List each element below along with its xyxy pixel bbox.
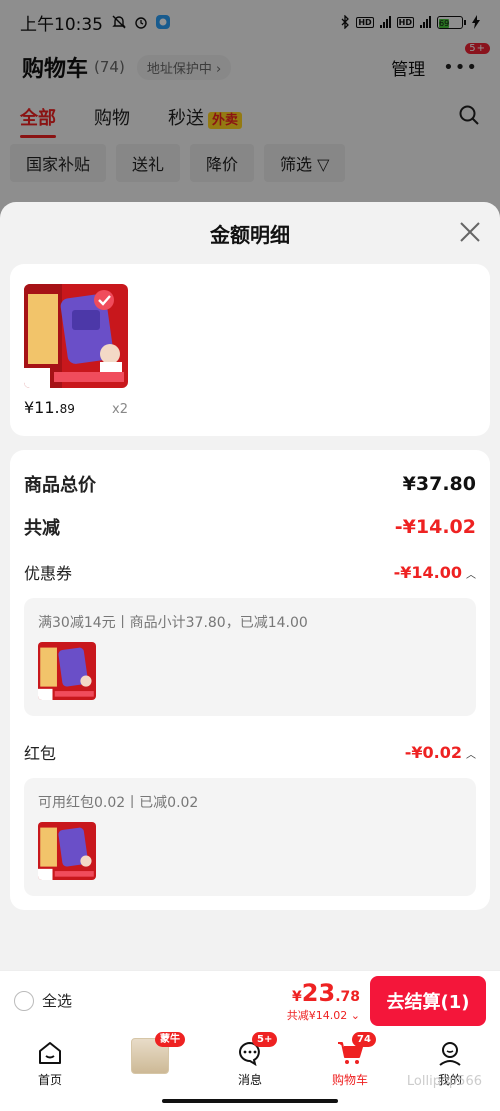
checkout-total: ¥23.78 xyxy=(292,978,360,1007)
coupon-amount: -¥14.00 xyxy=(393,562,462,582)
checkout-price: ¥23.78 共减¥14.02 ⌄ xyxy=(287,979,360,1023)
chevron-up-icon: ︿ xyxy=(466,569,476,581)
coupon-product-thumbnail xyxy=(38,642,96,700)
chevron-up-icon-2: ︿ xyxy=(466,749,476,761)
tabbar-profile[interactable]: 我的 xyxy=(400,1030,500,1111)
home-icon xyxy=(35,1038,65,1068)
product-price: ¥11.89 xyxy=(24,398,75,417)
checkout-saved[interactable]: 共减¥14.02 ⌄ xyxy=(287,1007,360,1023)
coupon-detail-box: 满30减14元丨商品小计37.80，已减14.00 xyxy=(24,598,476,716)
redpacket-label: 红包 xyxy=(24,744,57,763)
bottom-tab-bar: 首页 蒙牛 消息 5+ 购物车 74 我的 Lollipop566 xyxy=(0,1030,500,1111)
sheet-title: 金额明细 xyxy=(210,222,290,247)
promo-badge: 蒙牛 xyxy=(155,1032,185,1047)
cart-badge: 74 xyxy=(352,1032,376,1047)
select-all-radio[interactable] xyxy=(14,990,34,1011)
total-reduce-row: 共减 -¥14.02 xyxy=(24,502,476,552)
total-price-label: 商品总价 xyxy=(24,475,96,496)
select-all-label[interactable]: 全选 xyxy=(42,990,72,1011)
checkout-button[interactable]: 去结算(1) xyxy=(370,975,486,1026)
watermark: Lollipop566 xyxy=(406,1074,482,1089)
total-reduce-label: 共减 xyxy=(24,518,60,539)
product-image[interactable] xyxy=(24,284,128,388)
redpacket-row[interactable]: 红包 -¥0.02 ︿ xyxy=(24,732,476,772)
sheet-header: 金额明细 xyxy=(0,202,500,264)
product-card: ¥11.89 x2 xyxy=(10,264,490,436)
tabbar-home-label: 首页 xyxy=(37,1073,62,1087)
redpacket-description: 可用红包0.02丨已减0.02 xyxy=(38,795,199,811)
product-quantity: x2 xyxy=(112,402,128,417)
redpacket-amount: -¥0.02 xyxy=(404,742,462,762)
total-reduce-amount: -¥14.02 xyxy=(394,516,476,538)
total-price-amount: ¥37.80 xyxy=(402,473,476,495)
total-price-row: 商品总价 ¥37.80 xyxy=(24,466,476,502)
coupon-label: 优惠券 xyxy=(24,564,73,583)
home-indicator[interactable] xyxy=(162,1099,338,1103)
tabbar-cart-label: 购物车 xyxy=(331,1073,368,1087)
amount-detail-sheet: 金额明细 ¥11.89 x2 商品总价 ¥37.80 共减 -¥14.02 优惠… xyxy=(0,202,500,970)
tabbar-messages-label: 消息 xyxy=(237,1073,262,1087)
close-icon[interactable] xyxy=(458,220,482,244)
profile-icon xyxy=(435,1038,465,1068)
product-meta: ¥11.89 x2 xyxy=(24,398,128,417)
redpacket-product-thumbnail xyxy=(38,822,96,880)
redpacket-detail-box: 可用红包0.02丨已减0.02 xyxy=(24,778,476,896)
amount-breakdown-card: 商品总价 ¥37.80 共减 -¥14.02 优惠券 -¥14.00 ︿ 满30减… xyxy=(10,450,490,910)
messages-badge: 5+ xyxy=(252,1032,278,1047)
checkout-bar: 全选 ¥23.78 共减¥14.02 ⌄ 去结算(1) xyxy=(0,970,500,1030)
tabbar-home[interactable]: 首页 xyxy=(0,1030,100,1111)
coupon-description: 满30减14元丨商品小计37.80，已减14.00 xyxy=(38,615,308,631)
coupon-row[interactable]: 优惠券 -¥14.00 ︿ xyxy=(24,552,476,592)
